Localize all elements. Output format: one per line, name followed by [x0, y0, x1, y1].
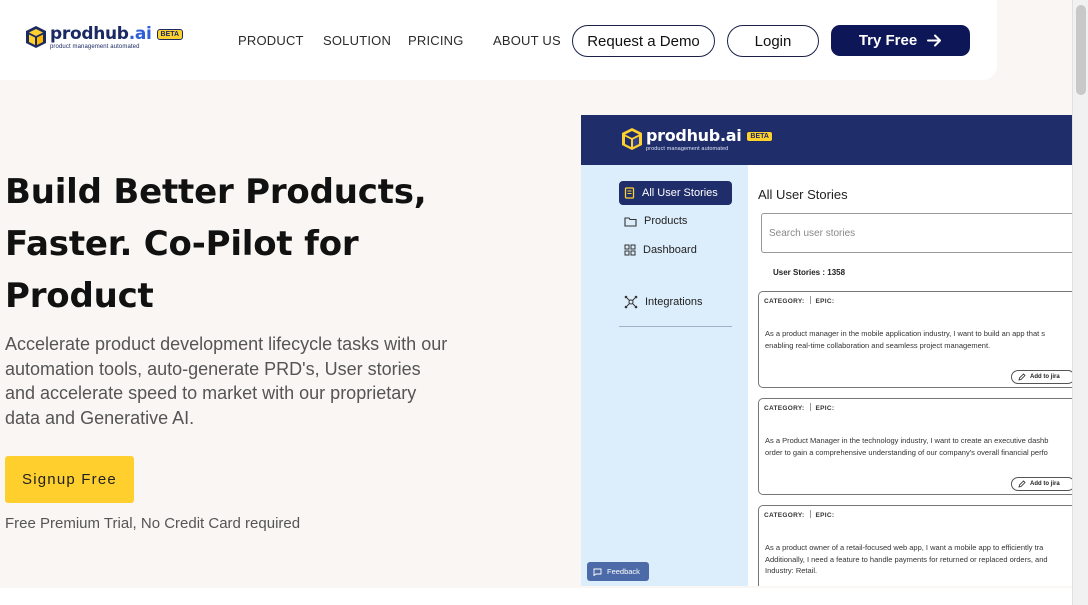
beta-badge: BETA [156, 28, 184, 40]
sidebar-divider [619, 326, 732, 327]
page-footer-band [0, 588, 1088, 605]
document-icon [624, 187, 635, 199]
nav-link-pricing[interactable]: PRICING [408, 33, 464, 48]
brand-tagline: product management automated [50, 44, 140, 50]
cube-logo-icon [622, 128, 642, 150]
app-sidebar: All User Stories Products Dashboard Inte… [581, 165, 748, 586]
sidebar-item-all-user-stories[interactable]: All User Stories [619, 181, 732, 205]
try-free-label: Try Free [858, 32, 918, 49]
scrollbar-thumb[interactable] [1076, 5, 1086, 95]
search-placeholder: Search user stories [769, 227, 856, 239]
user-story-card[interactable]: CATEGORY: EPIC: As a product manager in t… [758, 291, 1072, 388]
app-preview: prodhub.ai BETA product management autom… [581, 115, 1072, 586]
pencil-icon [1018, 373, 1026, 381]
sidebar-item-label: Products [644, 215, 688, 227]
user-story-card[interactable]: CATEGORY: EPIC: As a Product Manager in t… [758, 398, 1072, 495]
brand-name: prodhub.ai [646, 126, 742, 145]
sidebar-item-dashboard[interactable]: Dashboard [619, 238, 732, 262]
sidebar-item-integrations[interactable]: Integrations [619, 290, 732, 314]
app-main-panel: All User Stories Search user stories Use… [748, 165, 1072, 586]
trial-note: Free Premium Trial, No Credit Card requi… [5, 515, 301, 532]
top-navbar: prodhub.ai BETA product management autom… [0, 0, 997, 80]
pencil-icon [1018, 480, 1026, 488]
search-user-stories-input[interactable]: Search user stories [761, 213, 1072, 253]
sidebar-item-label: All User Stories [642, 187, 718, 199]
brand-tagline: product management automated [646, 146, 729, 152]
feedback-button[interactable]: Feedback [587, 562, 649, 581]
try-free-button[interactable]: Try Free [831, 25, 970, 56]
folder-icon [624, 216, 637, 227]
grid-icon [624, 244, 636, 256]
nav-link-about-us[interactable]: ABOUT US [493, 33, 561, 48]
sidebar-item-label: Integrations [645, 296, 703, 308]
nav-link-solution[interactable]: SOLUTION [323, 33, 391, 48]
hero-title: Build Better Products, Faster. Co-Pilot … [5, 166, 475, 322]
sidebar-item-products[interactable]: Products [619, 209, 732, 233]
request-demo-button[interactable]: Request a Demo [572, 25, 715, 57]
arrow-right-icon [927, 34, 942, 47]
nav-link-product[interactable]: PRODUCT [238, 33, 304, 48]
card-meta: CATEGORY: EPIC: [764, 296, 835, 305]
sidebar-item-label: Dashboard [643, 244, 697, 256]
card-meta: CATEGORY: EPIC: [764, 510, 835, 519]
app-preview-logo: prodhub.ai BETA product management autom… [621, 127, 773, 152]
page-title: All User Stories [758, 187, 848, 202]
beta-badge: BETA [746, 130, 773, 142]
hero-title-line: Faster. Co-Pilot for [5, 224, 359, 264]
brand-logo[interactable]: prodhub.ai BETA product management autom… [25, 24, 184, 50]
feedback-label: Feedback [607, 567, 640, 576]
app-preview-header: prodhub.ai BETA product management autom… [581, 115, 1072, 165]
card-meta: CATEGORY: EPIC: [764, 403, 835, 412]
card-description: As a product manager in the mobile appli… [765, 329, 1046, 350]
card-description: As a product owner of a retail-focused w… [765, 543, 1048, 575]
add-to-jira-button[interactable]: Add to jira [1011, 370, 1072, 384]
hero-title-line: Product [5, 276, 154, 316]
hero-title-line: Build Better Products, [5, 172, 427, 212]
user-stories-count: User Stories : 1358 [773, 268, 846, 277]
brand-name: prodhub.ai [50, 24, 152, 44]
page-scrollbar[interactable] [1072, 0, 1088, 605]
chat-icon [593, 568, 602, 576]
cube-logo-icon [26, 26, 46, 48]
login-button[interactable]: Login [727, 25, 819, 57]
hero-description: Accelerate product development lifecycle… [5, 334, 448, 428]
add-to-jira-button[interactable]: Add to jira [1011, 477, 1072, 491]
network-icon [624, 295, 638, 309]
signup-free-button[interactable]: Signup Free [5, 456, 134, 503]
user-story-card[interactable]: CATEGORY: EPIC: As a product owner of a r… [758, 505, 1072, 586]
card-description: As a Product Manager in the technology i… [765, 436, 1049, 457]
